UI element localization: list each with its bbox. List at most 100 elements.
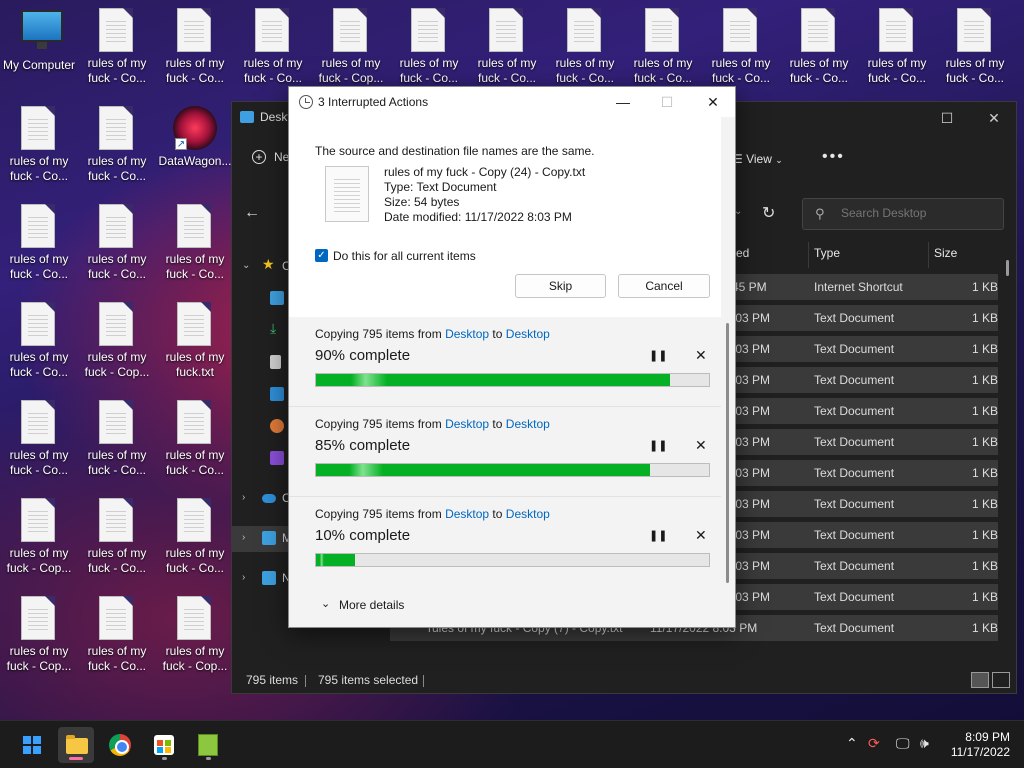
cancel-button[interactable]: Cancel xyxy=(618,274,710,298)
more-options-button[interactable]: ••• xyxy=(822,148,845,166)
desktop-icon[interactable]: rules of my fuck - Co... xyxy=(235,8,311,86)
close-icon[interactable]: ✕ xyxy=(702,91,724,113)
desktop-icon[interactable]: rules of my fuck - Co... xyxy=(157,400,233,478)
apply-to-all-label[interactable]: Do this for all current items xyxy=(333,249,476,263)
text-file-icon xyxy=(333,8,369,52)
desktop-icon[interactable]: rules of my fuck - Co... xyxy=(625,8,701,86)
destination-link[interactable]: Desktop xyxy=(506,327,550,341)
desktop-icon[interactable]: rules of my fuck - Cop... xyxy=(313,8,389,86)
desktop-icon[interactable]: rules of my fuck - Cop... xyxy=(1,596,77,674)
desktop-icon[interactable]: rules of my fuck - Co... xyxy=(79,204,155,282)
desktop-icon[interactable]: rules of my fuck - Co... xyxy=(1,106,77,184)
cancel-operation-icon[interactable]: ✕ xyxy=(695,437,707,454)
desktop-icon[interactable]: rules of my fuck - Co... xyxy=(781,8,857,86)
source-link[interactable]: Desktop xyxy=(445,327,489,341)
dialog-scrollbar[interactable] xyxy=(726,323,729,583)
datawagon-shortcut-icon: ↗ xyxy=(173,106,217,150)
maximize-icon[interactable]: ☐ xyxy=(937,108,957,128)
dialog-titlebar[interactable]: 3 Interrupted Actions — ☐ ✕ xyxy=(289,87,735,117)
desktop-icon[interactable]: rules of my fuck - Co... xyxy=(469,8,545,86)
desktop-icon[interactable]: rules of my fuck - Cop... xyxy=(1,498,77,576)
cancel-operation-icon[interactable]: ✕ xyxy=(695,527,707,544)
cell-date: :03 PM xyxy=(732,311,771,325)
desktop-icon[interactable]: rules of my fuck - Cop... xyxy=(79,302,155,380)
search-box[interactable]: ⚲ xyxy=(802,198,1004,230)
desktop-icon[interactable]: rules of my fuck - Co... xyxy=(79,8,155,86)
desktop-icon[interactable]: rules of my fuck - Co... xyxy=(937,8,1013,86)
pause-icon[interactable]: ❚❚ xyxy=(649,439,667,452)
vertical-scrollbar[interactable] xyxy=(1006,260,1009,276)
taskbar-notepad-plus-plus[interactable] xyxy=(190,727,226,763)
desktop-icon[interactable]: rules of my fuck - Co... xyxy=(547,8,623,86)
more-details-toggle[interactable]: ⌄ More details xyxy=(289,585,735,627)
taskbar-store[interactable] xyxy=(146,727,182,763)
column-header-size[interactable]: Size xyxy=(934,246,957,260)
copy-operation: Copying 795 items from Desktop to Deskto… xyxy=(289,407,721,497)
column-header-date[interactable]: ed xyxy=(736,246,749,260)
view-button[interactable]: ☰ View ⌄ xyxy=(732,152,783,166)
pause-icon[interactable]: ❚❚ xyxy=(649,529,667,542)
desktop-icon[interactable]: rules of my fuck - Co... xyxy=(157,8,233,86)
close-icon[interactable]: ✕ xyxy=(984,108,1004,128)
refresh-icon[interactable]: ↻ xyxy=(762,203,775,223)
pause-icon[interactable]: ❚❚ xyxy=(649,349,667,362)
desktop-icon[interactable]: ↗ DataWagon... xyxy=(157,106,233,169)
sync-alert-icon[interactable]: ⟳ xyxy=(868,735,880,752)
desktop-icon[interactable]: rules of my fuck - Co... xyxy=(157,204,233,282)
desktop-icon[interactable]: rules of my fuck - Co... xyxy=(703,8,779,86)
desktop-icon-label: rules of my fuck - Co... xyxy=(87,252,147,281)
taskbar-chrome[interactable] xyxy=(102,727,138,763)
new-button[interactable]: + Ne xyxy=(252,150,289,164)
desktop-icon[interactable]: rules of my fuck - Co... xyxy=(79,400,155,478)
minimize-icon[interactable]: — xyxy=(612,91,634,113)
desktop-icon[interactable]: rules of my fuck - Co... xyxy=(1,302,77,380)
desktop-icon[interactable]: rules of my fuck - Co... xyxy=(1,400,77,478)
details-view-icon[interactable] xyxy=(971,672,989,688)
clock-icon xyxy=(299,95,313,109)
desktop-icon-label: rules of my fuck - Co... xyxy=(9,448,69,477)
text-file-icon xyxy=(567,8,603,52)
desktop-icon[interactable]: rules of my fuck - Co... xyxy=(1,204,77,282)
computer-icon xyxy=(21,10,63,54)
cell-date: 45 PM xyxy=(732,280,767,294)
source-link[interactable]: Desktop xyxy=(445,507,489,521)
running-indicator xyxy=(162,757,167,760)
cell-size: 1 KB xyxy=(971,311,998,325)
desktop-icon[interactable]: rules of my fuck - Co... xyxy=(79,498,155,576)
cancel-operation-icon[interactable]: ✕ xyxy=(695,347,707,364)
show-hidden-icons-chevron-icon[interactable]: ⌃ xyxy=(846,735,858,752)
search-input[interactable] xyxy=(841,206,991,220)
progress-bar xyxy=(315,373,710,387)
desktop-icon[interactable]: rules of my fuck - Co... xyxy=(859,8,935,86)
system-clock[interactable]: 8:09 PM 11/17/2022 xyxy=(950,730,1010,760)
cell-type: Text Document xyxy=(814,590,895,604)
column-header-type[interactable]: Type xyxy=(814,246,840,260)
apply-to-all-checkbox[interactable]: ✓ xyxy=(315,249,328,262)
start-button[interactable] xyxy=(14,727,50,763)
text-file-icon xyxy=(21,400,57,444)
desktop-icon[interactable]: rules of my fuck - Co... xyxy=(391,8,467,86)
thumbnail-view-icon[interactable] xyxy=(992,672,1010,688)
progress-bar xyxy=(315,553,710,567)
back-arrow-icon[interactable]: ← xyxy=(244,204,260,222)
text-file-icon xyxy=(99,400,135,444)
destination-link[interactable]: Desktop xyxy=(506,417,550,431)
desktop-icon[interactable]: rules of my fuck - Co... xyxy=(79,106,155,184)
desktop-icon[interactable]: rules of my fuck - Co... xyxy=(79,596,155,674)
percent-complete: 85% complete xyxy=(315,437,411,454)
file-date-modified: Date modified: 11/17/2022 8:03 PM xyxy=(384,210,572,224)
volume-icon[interactable]: 🕪 xyxy=(920,735,929,752)
source-link[interactable]: Desktop xyxy=(445,417,489,431)
skip-button[interactable]: Skip xyxy=(515,274,606,298)
desktop-icon[interactable]: rules of my fuck - Co... xyxy=(157,498,233,576)
network-icon xyxy=(262,571,276,585)
desktop-icon[interactable]: rules of my fuck.txt xyxy=(157,302,233,380)
text-file-icon xyxy=(255,8,291,52)
network-icon[interactable]: 🖵 xyxy=(896,735,910,752)
desktop-icon-label: rules of my fuck - Co... xyxy=(633,56,693,85)
destination-link[interactable]: Desktop xyxy=(506,507,550,521)
text-file-icon xyxy=(957,8,993,52)
taskbar-file-explorer[interactable] xyxy=(58,727,94,763)
desktop-icon[interactable]: My Computer xyxy=(1,8,77,73)
desktop-icon[interactable]: rules of my fuck - Cop... xyxy=(157,596,233,674)
